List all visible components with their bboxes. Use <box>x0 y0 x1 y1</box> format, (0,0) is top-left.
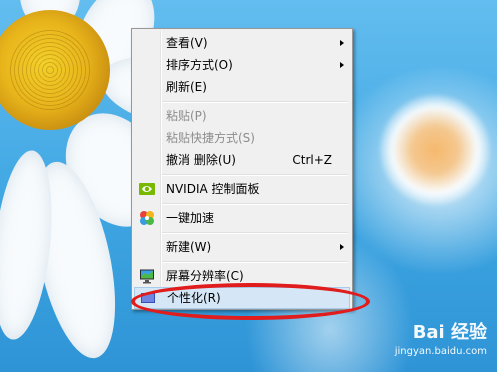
menu-separator <box>162 174 348 176</box>
watermark-url: jingyan.baidu.com <box>394 346 487 357</box>
menu-separator <box>162 101 348 103</box>
menu-item-new[interactable]: 新建(W) <box>134 236 350 258</box>
nvidia-icon <box>139 181 155 197</box>
menu-item-label: 新建(W) <box>166 240 212 254</box>
flower-center <box>0 10 110 130</box>
menu-separator <box>162 261 348 263</box>
menu-item-refresh[interactable]: 刷新(E) <box>134 76 350 98</box>
monitor-icon <box>139 268 155 284</box>
watermark: Bai 经验 jingyan.baidu.com <box>395 318 487 357</box>
background-blossom <box>380 95 490 205</box>
menu-item-view[interactable]: 查看(V) <box>134 32 350 54</box>
submenu-arrow-icon <box>340 62 344 68</box>
menu-item-label: 刷新(E) <box>166 80 207 94</box>
menu-item-nvidia-control-panel[interactable]: NVIDIA 控制面板 <box>134 178 350 200</box>
menu-item-label: 一键加速 <box>166 211 215 225</box>
menu-item-paste-shortcut[interactable]: 粘贴快捷方式(S) <box>134 127 350 149</box>
submenu-arrow-icon <box>340 40 344 46</box>
menu-item-label: NVIDIA 控制面板 <box>166 182 260 196</box>
menu-item-speedup[interactable]: 一键加速 <box>134 207 350 229</box>
menu-item-undo-delete[interactable]: 撤消 删除(U) Ctrl+Z <box>134 149 350 171</box>
menu-item-shortcut: Ctrl+Z <box>292 153 332 167</box>
menu-separator <box>162 232 348 234</box>
submenu-arrow-icon <box>340 244 344 250</box>
menu-item-label: 排序方式(O) <box>166 58 233 72</box>
menu-separator <box>162 203 348 205</box>
menu-item-paste[interactable]: 粘贴(P) <box>134 105 350 127</box>
menu-item-sort-by[interactable]: 排序方式(O) <box>134 54 350 76</box>
menu-item-label: 粘贴快捷方式(S) <box>166 131 255 145</box>
watermark-logo: Bai 经验 <box>412 322 487 343</box>
menu-item-label: 撤消 删除(U) <box>166 153 236 167</box>
speedup-icon <box>139 210 155 226</box>
menu-item-label: 查看(V) <box>166 36 208 50</box>
context-menu: 查看(V) 排序方式(O) 刷新(E) 粘贴(P) 粘贴快捷方式(S) 撤消 删… <box>131 28 353 310</box>
annotation-ellipse <box>131 283 370 320</box>
menu-item-label: 粘贴(P) <box>166 109 207 123</box>
